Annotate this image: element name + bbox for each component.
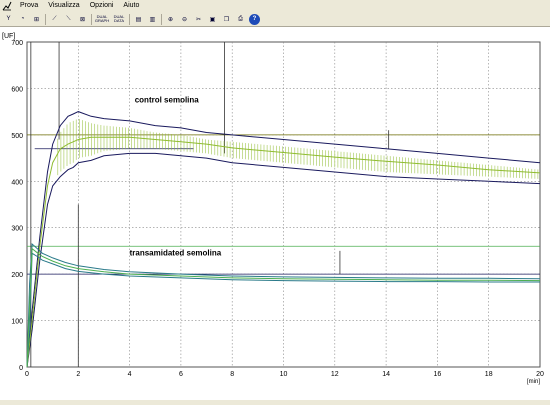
x-axis-label: [min]	[527, 379, 540, 385]
zoom-out-icon[interactable]: ⊖	[179, 14, 190, 25]
menu-prova[interactable]: Prova	[15, 0, 43, 12]
x-tick-label: 16	[434, 371, 442, 378]
chart-down-icon[interactable]: ⟍	[63, 14, 74, 25]
annotation-transamidated: transamidated semolina	[130, 249, 222, 258]
x-tick-label: 0	[25, 371, 29, 378]
chart-area: 0 100 200 300 400 500 600 700 0 2 4 6 8 10 12 14 16 18 20[…	[0, 27, 550, 400]
toolbar-separator	[45, 13, 46, 25]
refresh-icon[interactable]: ◔	[17, 14, 28, 25]
settings-chart-icon[interactable]: ⊠	[77, 14, 88, 25]
x-tick-label: 14	[382, 371, 390, 378]
x-tick-label: 10	[280, 371, 288, 378]
y-axis-label: [UF]	[2, 33, 15, 40]
x-tick-label: 6	[179, 371, 183, 378]
export-icon[interactable]: ▣	[207, 14, 218, 25]
x-tick-label: 8	[230, 371, 234, 378]
y-tick-label: 600	[11, 86, 23, 93]
x-tick-label: 18	[485, 371, 493, 378]
toolbar: Y ◔ ⊞ ⟋ ⟍ ⊠ DUAL GRAPH DUAL DATA ▤ ▥ ⊕ ⊖ ✂ ▣ ❐ ⎙?	[0, 12, 550, 27]
filter-icon[interactable]: Y	[3, 14, 14, 25]
app-icon	[2, 1, 12, 11]
help-icon[interactable]: ?	[249, 13, 260, 25]
copy-icon[interactable]: ❐	[221, 14, 232, 25]
x-tick-label: 12	[331, 371, 339, 378]
chart-line-icon[interactable]: ⟋	[49, 14, 60, 25]
grid-v-icon[interactable]: ▥	[147, 14, 158, 25]
x-tick-label: 20	[536, 371, 544, 378]
chart-svg: 01002003004005006007000 2 4 6 8 10 12 14 16 18 20[…	[2, 33, 544, 385]
toolbar-separator	[129, 13, 130, 25]
y-tick-label: 400	[11, 179, 23, 186]
dual-mode-icon[interactable]: DUAL GRAPH	[95, 14, 109, 25]
x-tick-label: 2	[76, 371, 80, 378]
menu-visualizza[interactable]: Visualizza	[43, 0, 84, 12]
y-tick-label: 0	[19, 365, 23, 372]
y-tick-label: 500	[11, 133, 23, 140]
toolbar-separator	[161, 13, 162, 25]
print-icon[interactable]: ⎙	[235, 14, 246, 25]
grid-h-icon[interactable]: ▤	[133, 14, 144, 25]
cut-icon[interactable]: ✂	[193, 14, 204, 25]
y-tick-label: 200	[11, 272, 23, 279]
y-tick-label: 100	[11, 319, 23, 326]
dual-data-icon[interactable]: DUAL DATA	[112, 14, 126, 25]
menu-bar: Prova Visualizza Opzioni Aiuto	[0, 0, 550, 12]
annotation-control: control semolina	[135, 95, 200, 104]
x-tick-label: 4	[128, 371, 132, 378]
menu-aiuto[interactable]: Aiuto	[118, 0, 144, 12]
zoom-in-icon[interactable]: ⊕	[165, 14, 176, 25]
y-tick-label: 700	[11, 40, 23, 47]
menu-opzioni[interactable]: Opzioni	[85, 0, 119, 12]
scale-icon[interactable]: ⊞	[31, 14, 42, 25]
y-tick-label: 300	[11, 226, 23, 233]
toolbar-separator	[91, 13, 92, 25]
